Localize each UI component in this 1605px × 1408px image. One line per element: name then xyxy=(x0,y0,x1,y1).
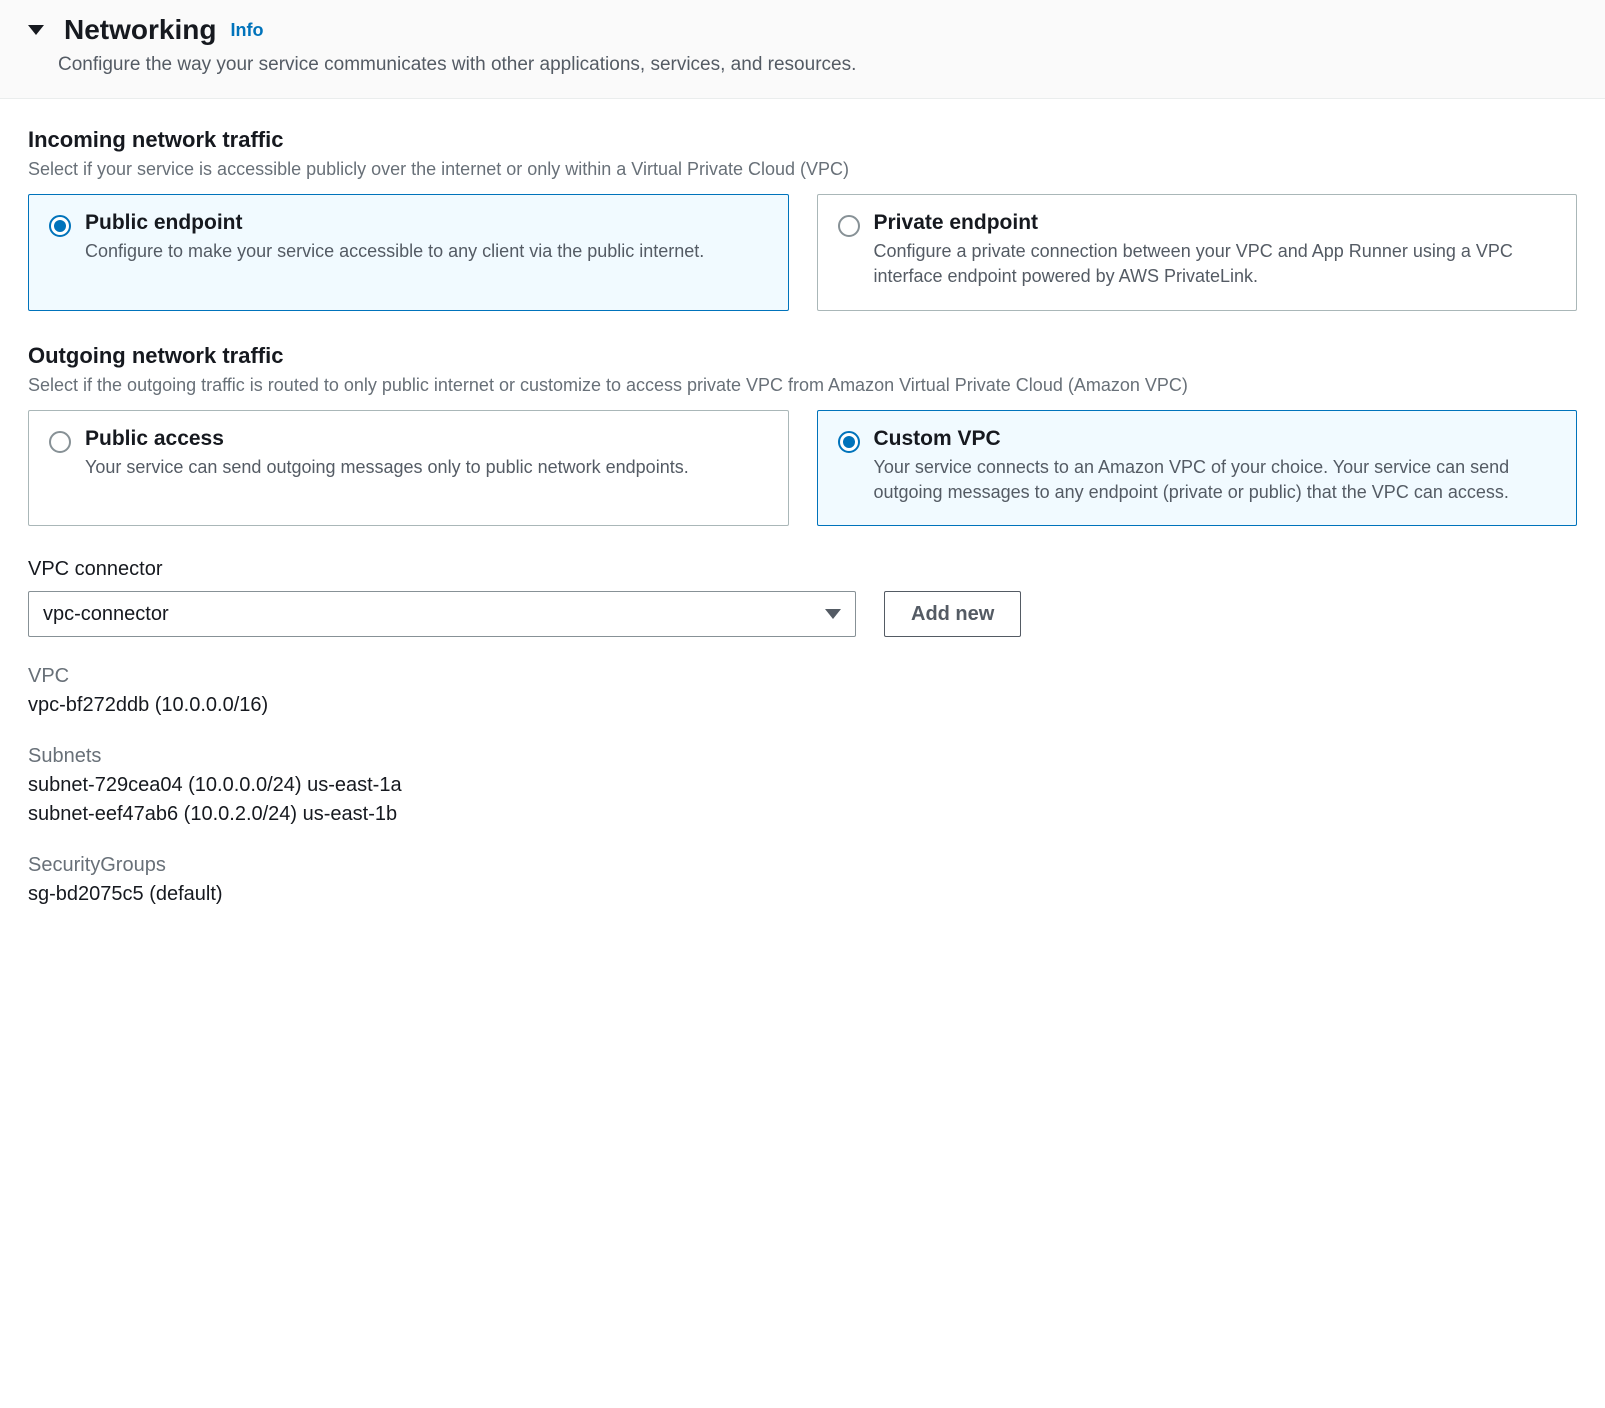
radio-icon xyxy=(49,215,71,237)
chevron-down-icon xyxy=(825,609,841,619)
card-title: Public endpoint xyxy=(85,211,704,235)
incoming-option-public-endpoint[interactable]: Public endpoint Configure to make your s… xyxy=(28,194,789,310)
vpc-label: VPC xyxy=(28,665,1577,688)
vpc-connector-label: VPC connector xyxy=(28,558,1577,581)
vpc-connector-select[interactable]: vpc-connector xyxy=(28,591,856,637)
outgoing-option-public-access[interactable]: Public access Your service can send outg… xyxy=(28,410,789,526)
card-text: Private endpoint Configure a private con… xyxy=(874,211,1557,289)
vpc-connector-row: vpc-connector Add new xyxy=(28,591,1577,637)
incoming-section-title: Incoming network traffic xyxy=(28,127,1577,153)
card-text: Public endpoint Configure to make your s… xyxy=(85,211,704,289)
outgoing-section-desc: Select if the outgoing traffic is routed… xyxy=(28,373,1577,398)
subnet-value: subnet-729cea04 (10.0.0.0/24) us-east-1a xyxy=(28,774,1577,797)
security-groups-label: SecurityGroups xyxy=(28,854,1577,877)
outgoing-section-title: Outgoing network traffic xyxy=(28,343,1577,369)
outgoing-options-row: Public access Your service can send outg… xyxy=(28,410,1577,526)
subnets-label: Subnets xyxy=(28,745,1577,768)
card-title: Public access xyxy=(85,427,689,451)
vpc-connector-selected-value: vpc-connector xyxy=(43,603,169,626)
outgoing-option-custom-vpc[interactable]: Custom VPC Your service connects to an A… xyxy=(817,410,1578,526)
radio-icon xyxy=(838,431,860,453)
card-title: Custom VPC xyxy=(874,427,1557,451)
card-text: Custom VPC Your service connects to an A… xyxy=(874,427,1557,505)
card-text: Public access Your service can send outg… xyxy=(85,427,689,505)
card-desc: Configure to make your service accessibl… xyxy=(85,239,704,264)
card-title: Private endpoint xyxy=(874,211,1557,235)
incoming-section-desc: Select if your service is accessible pub… xyxy=(28,157,1577,182)
incoming-option-private-endpoint[interactable]: Private endpoint Configure a private con… xyxy=(817,194,1578,310)
subnets-values: subnet-729cea04 (10.0.0.0/24) us-east-1a… xyxy=(28,774,1577,826)
incoming-options-row: Public endpoint Configure to make your s… xyxy=(28,194,1577,310)
card-desc: Configure a private connection between y… xyxy=(874,239,1557,289)
security-groups-value: sg-bd2075c5 (default) xyxy=(28,883,1577,906)
radio-icon xyxy=(838,215,860,237)
card-desc: Your service can send outgoing messages … xyxy=(85,455,689,480)
networking-panel-header: Networking Info Configure the way your s… xyxy=(0,0,1605,99)
vpc-value: vpc-bf272ddb (10.0.0.0/16) xyxy=(28,694,1577,717)
add-new-button[interactable]: Add new xyxy=(884,591,1021,637)
networking-panel-body: Incoming network traffic Select if your … xyxy=(0,99,1605,934)
card-desc: Your service connects to an Amazon VPC o… xyxy=(874,455,1557,505)
panel-title-row: Networking Info xyxy=(28,14,1577,46)
panel-subtitle: Configure the way your service communica… xyxy=(28,54,1577,76)
panel-title: Networking xyxy=(64,14,216,46)
collapse-caret-icon[interactable] xyxy=(28,25,44,35)
subnet-value: subnet-eef47ab6 (10.0.2.0/24) us-east-1b xyxy=(28,803,1577,826)
info-link[interactable]: Info xyxy=(230,20,263,41)
radio-icon xyxy=(49,431,71,453)
